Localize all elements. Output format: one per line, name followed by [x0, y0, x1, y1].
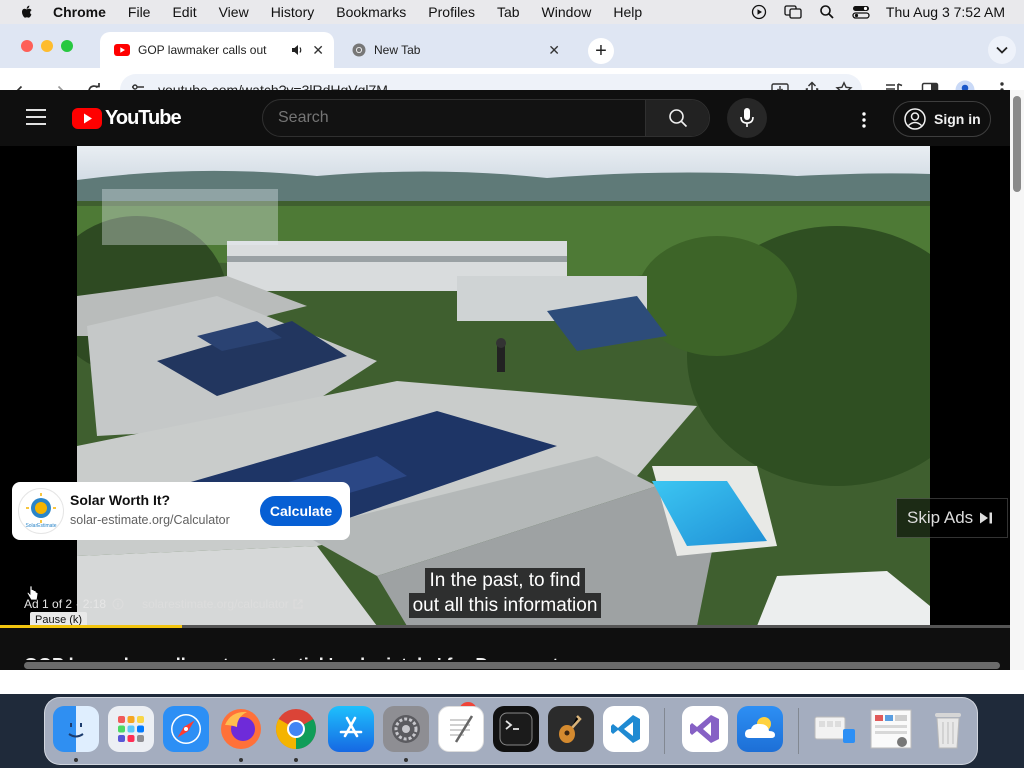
- search-icon: [668, 109, 687, 128]
- settings-menu-button[interactable]: [852, 108, 876, 132]
- window-minimize-button[interactable]: [41, 40, 53, 52]
- caption-line-2: out all this information: [408, 593, 602, 618]
- tab-title: New Tab: [374, 43, 421, 57]
- running-indicator: [404, 758, 408, 762]
- tab-close-icon[interactable]: ✕: [548, 42, 560, 59]
- apple-logo-icon[interactable]: [19, 4, 35, 20]
- vscode-icon[interactable]: [603, 706, 649, 752]
- audio-playing-icon[interactable]: [290, 43, 304, 57]
- horizontal-scrollbar[interactable]: [0, 660, 1010, 670]
- info-icon[interactable]: [112, 598, 124, 610]
- guide-menu-icon[interactable]: [26, 108, 46, 126]
- terminal-icon[interactable]: [493, 706, 539, 752]
- visual-studio-icon[interactable]: [682, 706, 728, 752]
- menu-bookmarks[interactable]: Bookmarks: [336, 4, 406, 20]
- menu-help[interactable]: Help: [613, 4, 642, 20]
- spotlight-search-icon[interactable]: [818, 3, 836, 21]
- chrome-icon[interactable]: [273, 706, 319, 752]
- menu-app-name[interactable]: Chrome: [53, 4, 106, 20]
- menu-window[interactable]: Window: [542, 4, 592, 20]
- sign-in-button[interactable]: Sign in: [893, 101, 991, 137]
- search-box: [262, 99, 710, 137]
- weather-icon[interactable]: [737, 706, 783, 752]
- tab-youtube-video[interactable]: GOP lawmaker calls out a potential 'real…: [100, 32, 334, 68]
- tab-strip: GOP lawmaker calls out a potential 'real…: [0, 24, 1024, 68]
- finder-icon[interactable]: [53, 706, 99, 752]
- menu-history[interactable]: History: [271, 4, 315, 20]
- chevron-down-icon: [996, 46, 1008, 54]
- launchpad-icon[interactable]: [108, 706, 154, 752]
- caption-line-1: In the past, to find: [425, 568, 585, 593]
- menu-profiles[interactable]: Profiles: [428, 4, 475, 20]
- running-indicator: [294, 758, 298, 762]
- system-settings-icon[interactable]: [383, 706, 429, 752]
- chrome-favicon-icon: [352, 43, 366, 57]
- video-scene-image: [77, 146, 930, 626]
- video-frame-aerial-solar-house[interactable]: [77, 146, 930, 626]
- youtube-page: YouTube Sign in: [0, 90, 1010, 670]
- dock-separator: [798, 708, 799, 754]
- ad-card-title: Solar Worth It?: [70, 492, 171, 508]
- video-player[interactable]: SolarEstimate Solar Worth It? solar-esti…: [0, 146, 1010, 628]
- app-expose-icon[interactable]: [813, 706, 859, 752]
- preview-icon[interactable]: [868, 706, 914, 752]
- external-link-icon[interactable]: [293, 599, 303, 609]
- tab-close-icon[interactable]: ✕: [312, 42, 324, 59]
- menubar-clock[interactable]: Thu Aug 3 7:52 AM: [886, 4, 1005, 20]
- account-circle-icon: [904, 108, 926, 130]
- menu-file[interactable]: File: [128, 4, 151, 20]
- youtube-wordmark: YouTube: [105, 107, 182, 129]
- window-zoom-button[interactable]: [61, 40, 73, 52]
- trash-icon[interactable]: [925, 706, 971, 752]
- screen-mirroring-icon[interactable]: [784, 3, 802, 21]
- media-play-icon[interactable]: [750, 3, 768, 21]
- plus-icon: +: [595, 39, 607, 62]
- skip-next-icon: [980, 512, 993, 524]
- youtube-masthead: YouTube Sign in: [0, 90, 1010, 146]
- tab-title: GOP lawmaker calls out a potential 'real…: [138, 43, 268, 57]
- voice-search-button[interactable]: [727, 98, 767, 138]
- app-store-icon[interactable]: [328, 706, 374, 752]
- firefox-icon[interactable]: [218, 706, 264, 752]
- window-close-button[interactable]: [21, 40, 33, 52]
- macos-menu-bar: Chrome File Edit View History Bookmarks …: [0, 0, 1024, 24]
- tab-search-button[interactable]: [988, 36, 1016, 64]
- menu-view[interactable]: View: [219, 4, 249, 20]
- horizontal-scroll-thumb[interactable]: [24, 662, 1000, 669]
- search-button[interactable]: [645, 100, 709, 136]
- vertical-scrollbar[interactable]: [1010, 90, 1024, 670]
- microphone-icon: [740, 108, 754, 127]
- search-input[interactable]: [263, 100, 645, 136]
- safari-icon[interactable]: [163, 706, 209, 752]
- control-center-icon[interactable]: [852, 3, 870, 21]
- advertiser-logo-text: SolarEstimate: [25, 523, 56, 529]
- ad-companion-card[interactable]: SolarEstimate Solar Worth It? solar-esti…: [12, 482, 350, 540]
- textedit-icon[interactable]: [438, 706, 484, 752]
- vertical-scroll-thumb[interactable]: [1013, 96, 1021, 192]
- running-indicator: [239, 758, 243, 762]
- mouse-pointer-hand-icon: [26, 585, 39, 601]
- calculate-button[interactable]: Calculate: [260, 496, 342, 526]
- tab-new-tab[interactable]: New Tab ✕: [340, 32, 570, 68]
- macos-dock: 1: [44, 697, 978, 765]
- skip-ads-label: Skip Ads: [907, 508, 974, 527]
- advertiser-logo: SolarEstimate: [18, 488, 64, 534]
- ad-display-link[interactable]: solarestimate.org/calculator: [142, 597, 289, 611]
- more-vert-icon: [862, 112, 866, 128]
- menu-edit[interactable]: Edit: [172, 4, 196, 20]
- ad-info-bar: Ad 1 of 2 · 2:18 solarestimate.org/calcu…: [24, 597, 303, 611]
- youtube-logo[interactable]: YouTube: [72, 107, 182, 130]
- ad-card-url: solar-estimate.org/Calculator: [70, 513, 230, 527]
- sign-in-label: Sign in: [934, 111, 981, 127]
- youtube-play-logo-icon: [72, 108, 102, 129]
- youtube-favicon-icon: [114, 44, 130, 56]
- running-indicator: [74, 758, 78, 762]
- new-tab-button[interactable]: +: [588, 38, 614, 64]
- skip-ads-button[interactable]: Skip Ads: [896, 498, 1008, 538]
- garageband-icon[interactable]: [548, 706, 594, 752]
- menu-tab[interactable]: Tab: [497, 4, 520, 20]
- dock-separator: [664, 708, 665, 754]
- solar-estimate-logo-icon: SolarEstimate: [25, 493, 57, 529]
